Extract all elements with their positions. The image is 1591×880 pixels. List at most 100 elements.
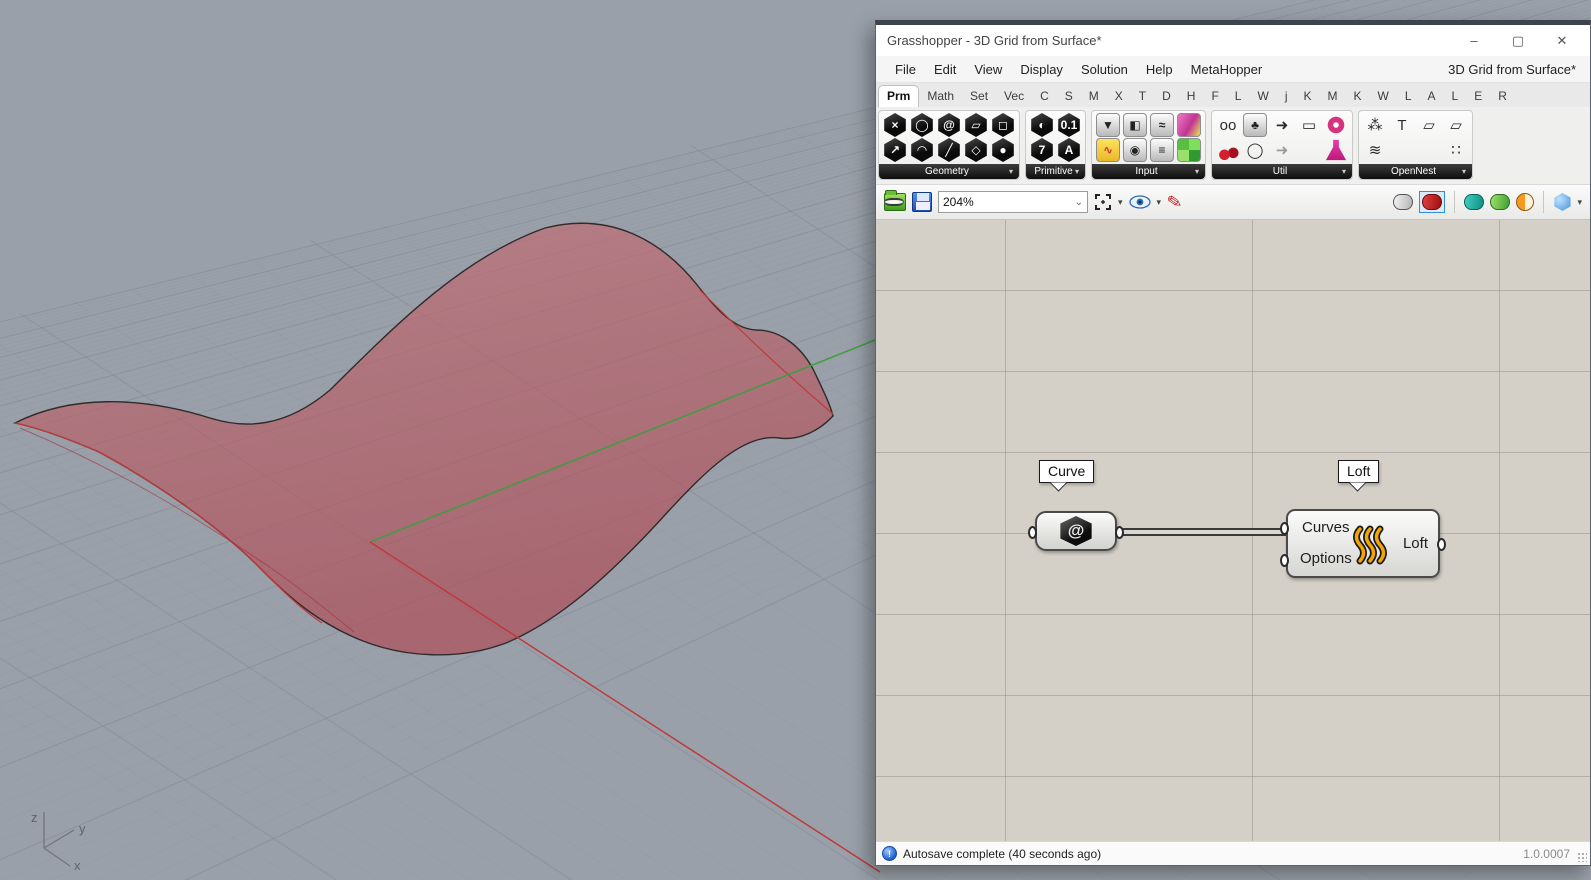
tab-m-6[interactable]: M: [1081, 86, 1107, 107]
curve-icon[interactable]: @: [938, 113, 960, 137]
loft-options-input-nub[interactable]: [1280, 554, 1289, 567]
zoom-extents-icon[interactable]: [1094, 193, 1112, 211]
tab-d-9[interactable]: D: [1154, 86, 1179, 107]
tab-math-1[interactable]: Math: [919, 86, 962, 107]
cherry-picker-icon[interactable]: [1216, 138, 1240, 162]
box-icon[interactable]: ◻: [992, 113, 1014, 137]
boolean-icon[interactable]: ◐: [1031, 113, 1053, 137]
loft-input-options-label[interactable]: Options: [1300, 550, 1352, 567]
preview-wireframe-icon[interactable]: [1393, 194, 1414, 210]
menu-solution[interactable]: Solution: [1072, 58, 1137, 81]
ripple-icon[interactable]: ≋: [1363, 138, 1387, 162]
number-icon[interactable]: 0.1: [1058, 113, 1080, 137]
save-file-icon[interactable]: [912, 192, 932, 212]
tab-m-16[interactable]: M: [1320, 86, 1346, 107]
text-icon[interactable]: A: [1058, 138, 1080, 162]
nesting-icon[interactable]: ⁂: [1363, 113, 1387, 137]
label-icon[interactable]: T: [1390, 113, 1414, 137]
tab-l-21[interactable]: L: [1444, 86, 1467, 107]
group-expand-caret[interactable]: ▾: [1462, 167, 1466, 176]
mesh-icon[interactable]: ◇: [965, 138, 987, 162]
gradient-icon[interactable]: [1177, 113, 1201, 137]
preview-shaded-icon[interactable]: [1422, 194, 1443, 210]
billboard-icon[interactable]: ▭: [1297, 113, 1321, 137]
spectacles-icon[interactable]: oo: [1216, 113, 1240, 137]
maximize-button[interactable]: ▢: [1496, 25, 1540, 56]
draw-fancy-wires-icon[interactable]: [1516, 193, 1535, 211]
tab-a-20[interactable]: A: [1420, 86, 1444, 107]
curve-param-input-nub[interactable]: [1028, 526, 1037, 539]
resize-grip[interactable]: [1577, 852, 1587, 862]
group-expand-caret[interactable]: ▾: [1075, 167, 1079, 176]
data-output-icon[interactable]: ➜: [1270, 138, 1294, 162]
tab-j-14[interactable]: j: [1277, 86, 1296, 107]
sketch-icon[interactable]: ∿: [1096, 138, 1120, 162]
curve-to-loft-wire[interactable]: [1118, 528, 1288, 536]
packing-circles-icon[interactable]: ∷: [1444, 138, 1468, 162]
cluster-icon[interactable]: ◯: [1243, 138, 1267, 162]
sheet-icon[interactable]: ▱: [1417, 113, 1441, 137]
grasshopper-canvas[interactable]: Curve Loft @ Curves Options Loft: [876, 220, 1590, 841]
tab-l-19[interactable]: L: [1397, 86, 1420, 107]
ellipse-icon[interactable]: ◯: [911, 113, 933, 137]
shell-icon[interactable]: [1324, 113, 1348, 137]
document-preview-settings-icon[interactable]: [1554, 193, 1571, 211]
tab-vec-3[interactable]: Vec: [996, 86, 1032, 107]
group-expand-caret[interactable]: ▾: [1009, 167, 1013, 176]
tab-prm-0[interactable]: Prm: [878, 85, 920, 107]
data-input-icon[interactable]: ➜: [1270, 113, 1294, 137]
flask-icon[interactable]: [1325, 139, 1347, 161]
boolean-toggle-icon[interactable]: ◧: [1123, 113, 1147, 137]
menu-help[interactable]: Help: [1137, 58, 1182, 81]
group-expand-caret[interactable]: ▾: [1342, 167, 1346, 176]
curve-param[interactable]: @: [1028, 511, 1124, 551]
chevron-down-icon[interactable]: ⌄: [1075, 197, 1083, 208]
sphere-icon[interactable]: ●: [992, 138, 1014, 162]
tab-e-22[interactable]: E: [1466, 86, 1490, 107]
menu-view[interactable]: View: [965, 58, 1011, 81]
number-slider-icon[interactable]: ▼: [1096, 113, 1120, 137]
menu-file[interactable]: File: [886, 58, 925, 81]
loft-input-curves-label[interactable]: Curves: [1302, 519, 1350, 536]
preview-off-icon[interactable]: [884, 198, 904, 206]
zoom-level-combo[interactable]: 204% ⌄: [938, 191, 1088, 213]
zoom-dropdown-caret[interactable]: ▾: [1118, 197, 1123, 208]
vector-icon[interactable]: ↗: [884, 138, 906, 162]
tab-r-23[interactable]: R: [1490, 86, 1515, 107]
loft-curves-input-nub[interactable]: [1280, 522, 1289, 535]
tree-icon[interactable]: ♣: [1243, 113, 1267, 137]
colour-swatch-icon[interactable]: [1177, 138, 1201, 162]
tab-set-2[interactable]: Set: [962, 86, 996, 107]
line-icon[interactable]: ╱: [938, 138, 960, 162]
tab-w-13[interactable]: W: [1249, 86, 1276, 107]
tab-l-12[interactable]: L: [1227, 86, 1250, 107]
close-button[interactable]: ✕: [1540, 25, 1584, 56]
menu-display[interactable]: Display: [1011, 58, 1072, 81]
tab-c-4[interactable]: C: [1032, 86, 1057, 107]
loft-output-label[interactable]: Loft: [1403, 535, 1428, 552]
graph-mapper-icon[interactable]: ≈: [1150, 113, 1174, 137]
draw-icons-icon[interactable]: [1490, 194, 1511, 210]
tab-x-7[interactable]: X: [1107, 86, 1131, 107]
tab-w-18[interactable]: W: [1370, 86, 1397, 107]
menu-edit[interactable]: Edit: [925, 58, 965, 81]
plane-icon[interactable]: ▱: [1444, 113, 1468, 137]
knob-icon[interactable]: ◉: [1123, 138, 1147, 162]
value-list-icon[interactable]: ≡: [1150, 138, 1174, 162]
null-item-icon[interactable]: ×: [884, 113, 906, 137]
title-bar[interactable]: Grasshopper - 3D Grid from Surface* – ▢ …: [876, 25, 1590, 56]
tab-s-5[interactable]: S: [1057, 86, 1081, 107]
tab-t-8[interactable]: T: [1131, 86, 1154, 107]
tab-k-17[interactable]: K: [1346, 86, 1370, 107]
integer-icon[interactable]: 7: [1031, 138, 1053, 162]
tab-h-10[interactable]: H: [1179, 86, 1204, 107]
loft-component[interactable]: Curves Options Loft: [1280, 509, 1446, 578]
arc-icon[interactable]: ◠: [911, 138, 933, 162]
only-draw-selected-icon[interactable]: [1464, 194, 1485, 210]
tab-k-15[interactable]: K: [1295, 86, 1319, 107]
surface-icon[interactable]: ▱: [965, 113, 987, 137]
loft-output-nub[interactable]: [1437, 538, 1446, 551]
group-expand-caret[interactable]: ▾: [1195, 167, 1199, 176]
eye-dropdown-caret[interactable]: ▾: [1157, 197, 1162, 208]
curve-param-output-nub[interactable]: [1115, 526, 1124, 539]
